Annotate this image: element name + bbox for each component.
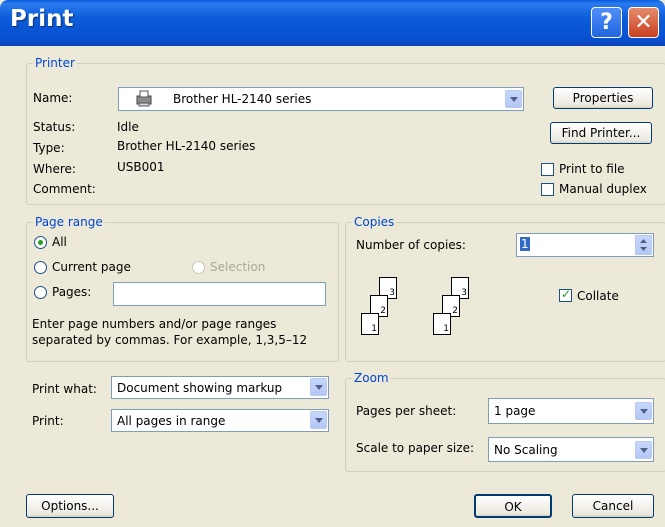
pages-label[interactable]: Pages: <box>52 285 91 299</box>
properties-button[interactable]: Properties <box>553 87 653 109</box>
close-icon[interactable]: ✕ <box>628 7 659 38</box>
status-label: Status: <box>33 120 76 134</box>
printer-name-select[interactable]: Brother HL-2140 series <box>118 87 524 111</box>
number-of-copies-value: 1 <box>520 237 530 251</box>
pages-per-sheet-label: Pages per sheet: <box>356 404 457 418</box>
scale-select[interactable]: No Scaling <box>488 437 654 462</box>
current-page-radio[interactable] <box>34 261 47 274</box>
print-value: All pages in range <box>117 414 226 428</box>
number-of-copies-label: Number of copies: <box>356 238 466 252</box>
comment-label: Comment: <box>33 182 96 196</box>
pages-per-sheet-value: 1 page <box>494 404 536 418</box>
scale-label: Scale to paper size: <box>356 441 474 455</box>
ok-button[interactable]: OK <box>474 494 552 518</box>
where-value: USB001 <box>117 160 165 174</box>
printer-icon <box>134 90 154 111</box>
options-button[interactable]: Options... <box>26 494 114 518</box>
chevron-down-icon[interactable] <box>635 441 652 459</box>
print-what-value: Document showing markup <box>117 381 283 395</box>
collate-label[interactable]: Collate <box>577 289 619 303</box>
current-page-label[interactable]: Current page <box>52 260 131 274</box>
number-of-copies-input[interactable]: 1 <box>516 233 654 257</box>
chevron-down-icon[interactable] <box>505 90 522 108</box>
type-value: Brother HL-2140 series <box>117 139 256 153</box>
pages-per-sheet-select[interactable]: 1 page <box>488 398 654 424</box>
title-bar[interactable]: Print ? ✕ <box>0 0 665 46</box>
find-printer-button[interactable]: Find Printer... <box>550 122 652 144</box>
type-label: Type: <box>33 141 65 155</box>
chevron-down-icon[interactable] <box>310 378 327 396</box>
print-what-select[interactable]: Document showing markup <box>111 376 329 399</box>
chevron-down-icon[interactable] <box>310 411 327 429</box>
printer-name-value: Brother HL-2140 series <box>173 92 312 106</box>
status-value: Idle <box>117 120 139 134</box>
pages-radio[interactable] <box>34 286 47 299</box>
manual-duplex-label[interactable]: Manual duplex <box>559 182 647 196</box>
print-dialog: Print ? ✕ Printer Name: Brother HL-2140 … <box>0 0 665 527</box>
copies-legend: Copies <box>352 215 397 229</box>
scale-value: No Scaling <box>494 443 558 457</box>
help-icon[interactable]: ? <box>591 7 622 38</box>
window-title: Print <box>10 6 74 32</box>
selection-radio[interactable] <box>192 261 205 274</box>
chevron-down-icon[interactable] <box>635 402 652 420</box>
copies-spinner[interactable] <box>635 235 652 255</box>
print-label: Print: <box>32 414 64 428</box>
where-label: Where: <box>33 162 76 176</box>
all-label[interactable]: All <box>52 235 67 249</box>
printer-legend: Printer <box>33 56 77 70</box>
print-what-label: Print what: <box>32 382 97 396</box>
print-to-file-label[interactable]: Print to file <box>559 162 625 176</box>
pages-input[interactable] <box>113 282 326 306</box>
selection-label: Selection <box>210 260 266 274</box>
page-range-help-2: separated by commas. For example, 1,3,5–… <box>32 333 308 347</box>
page-range-legend: Page range <box>33 215 105 229</box>
print-to-file-checkbox[interactable] <box>541 163 554 176</box>
zoom-legend: Zoom <box>352 371 391 385</box>
print-select[interactable]: All pages in range <box>111 409 329 432</box>
page-range-help-1: Enter page numbers and/or page ranges <box>32 317 277 331</box>
collate-checkbox[interactable]: ✓ <box>559 287 572 302</box>
manual-duplex-checkbox[interactable] <box>541 183 554 196</box>
printer-name-label: Name: <box>33 91 73 105</box>
all-radio[interactable] <box>34 236 47 249</box>
cancel-button[interactable]: Cancel <box>572 494 654 518</box>
